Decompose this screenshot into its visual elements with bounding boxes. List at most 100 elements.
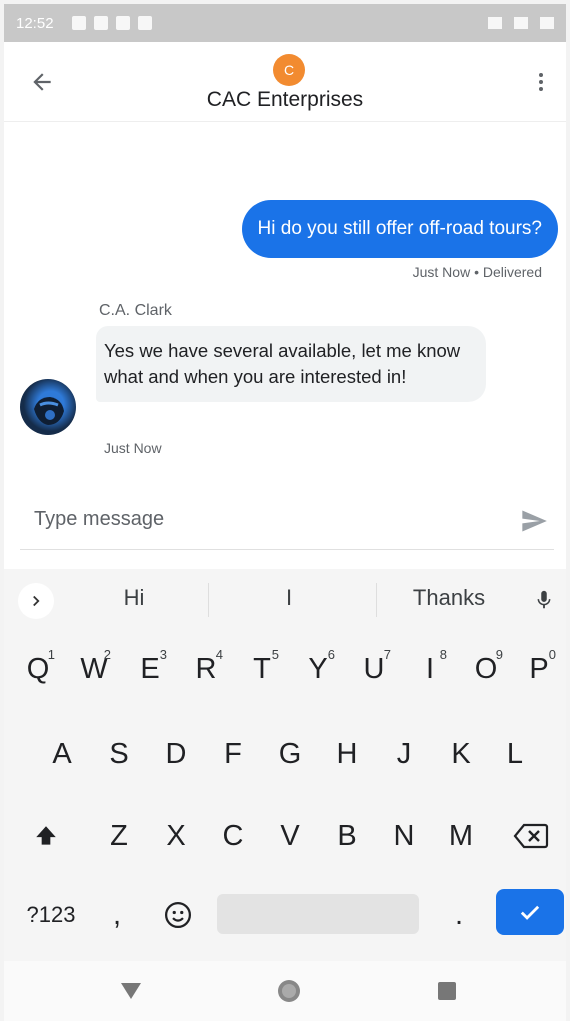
key-label: O [474,652,498,685]
shift-key[interactable] [19,806,73,866]
conversation-title: CAC Enterprises [206,88,364,111]
outgoing-message-status: Just Now • Delivered [412,264,542,280]
check-icon [520,905,540,920]
key-label: R [195,652,217,685]
send-icon [522,510,547,532]
key-p[interactable]: P0 [512,639,566,699]
key-label: Q [26,652,50,685]
mic-icon [537,590,551,609]
key-s[interactable]: S [92,724,146,784]
emoji-icon [165,902,191,928]
key-j[interactable]: J [377,724,431,784]
send-button[interactable] [514,504,554,538]
key-hint: 9 [495,647,503,662]
suggestion-strip: Hi I Thanks [4,569,566,627]
key-c[interactable]: C [206,806,260,866]
suggestion-divider [376,583,377,617]
more-options-button[interactable] [526,64,556,100]
battery-icon [540,17,554,29]
key-hint: 6 [327,647,335,662]
nav-recents-icon [438,982,456,1000]
key-z[interactable]: Z [92,806,146,866]
status-time: 12:52 [16,14,54,32]
incoming-message-time: Just Now [104,440,162,456]
period-key[interactable]: . [434,885,484,945]
incoming-message-bubble[interactable]: Yes we have several available, let me kn… [96,326,486,402]
key-t[interactable]: T5 [235,639,289,699]
message-input[interactable] [34,508,474,531]
avatar-image-icon [34,397,64,425]
emoji-key[interactable] [150,885,206,945]
key-label: U [363,652,385,685]
suggestion-3[interactable]: Thanks [394,585,504,611]
voice-input-button[interactable] [532,585,556,615]
contact-avatar: C [273,54,305,86]
key-label: T [253,652,271,685]
key-hint: 2 [103,647,111,662]
notification-icon [137,16,152,30]
notification-icon [115,16,130,30]
signal-icon [514,17,528,29]
soft-keyboard: Hi I Thanks Q1 W2 E3 R4 T5 Y6 U7 I8 O9 P… [4,569,566,961]
key-hint: 1 [47,647,55,662]
wifi-icon [488,17,502,29]
outgoing-message-bubble[interactable]: Hi do you still offer off-road tours? [241,200,558,258]
key-o[interactable]: O9 [459,639,513,699]
key-label: P [529,652,549,685]
key-v[interactable]: V [263,806,317,866]
sender-name: C.A. Clark [99,302,172,319]
notification-icon [71,16,86,30]
key-k[interactable]: K [434,724,488,784]
key-label: E [140,652,160,685]
expand-toolbar-button[interactable] [18,583,54,619]
key-y[interactable]: Y6 [291,639,345,699]
key-i[interactable]: I8 [403,639,457,699]
key-hint: 3 [159,647,167,662]
backspace-icon [513,823,549,849]
key-f[interactable]: F [206,724,260,784]
key-b[interactable]: B [320,806,374,866]
nav-back-icon [121,983,141,999]
suggestion-2[interactable]: I [254,585,324,611]
status-icons [488,17,554,29]
shift-icon [36,826,56,845]
system-nav-bar [4,961,566,1021]
key-l[interactable]: L [488,724,542,784]
key-x[interactable]: X [149,806,203,866]
nav-recents-button[interactable] [432,976,462,1006]
suggestion-divider [208,583,209,617]
key-hint: 7 [383,647,391,662]
compose-bar [20,492,554,550]
sender-avatar[interactable] [20,379,76,435]
suggestion-1[interactable]: Hi [99,585,169,611]
conversation-header: C CAC Enterprises [4,42,566,122]
key-m[interactable]: M [434,806,488,866]
chevron-right-icon [33,595,40,607]
nav-back-button[interactable] [116,976,146,1006]
space-key[interactable] [217,894,419,934]
key-r[interactable]: R4 [179,639,233,699]
key-label: I [425,652,435,685]
notification-icon [93,16,108,30]
status-bar: 12:52 [4,4,566,42]
symbols-key[interactable]: ?123 [16,885,86,945]
key-a[interactable]: A [35,724,89,784]
key-n[interactable]: N [377,806,431,866]
enter-key[interactable] [496,889,564,935]
backspace-key[interactable] [504,806,558,866]
key-label: Y [308,652,328,685]
nav-home-button[interactable] [274,976,304,1006]
key-e[interactable]: E3 [123,639,177,699]
key-hint: 8 [439,647,447,662]
key-q[interactable]: Q1 [11,639,65,699]
nav-home-icon [278,980,300,1002]
key-w[interactable]: W2 [67,639,121,699]
key-g[interactable]: G [263,724,317,784]
key-u[interactable]: U7 [347,639,401,699]
comma-key[interactable]: , [94,885,140,945]
key-hint: 5 [271,647,279,662]
key-d[interactable]: D [149,724,203,784]
key-h[interactable]: H [320,724,374,784]
key-hint: 4 [215,647,223,662]
key-hint: 0 [548,647,556,662]
